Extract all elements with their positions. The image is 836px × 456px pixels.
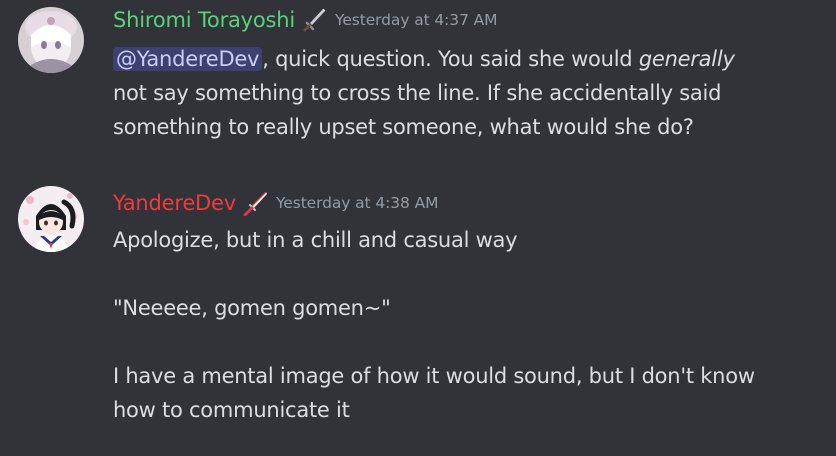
timestamp[interactable]: Yesterday at 4:38 AM [276,194,438,212]
message-header: YandereDev Yesterday at 4:38 AM [113,186,438,220]
avatar-shiromi-image [18,7,84,73]
avatar-shiromi[interactable] [18,7,84,73]
message-text-line: how to communicate it [113,398,350,422]
avatar-yanderedev[interactable] [18,186,84,252]
sword-icon[interactable] [301,7,327,33]
timestamp[interactable]: Yesterday at 4:37 AM [335,11,497,29]
message-header: Shiromi Torayoshi Yesterday at 4:37 AM [113,3,498,37]
message-text: , quick question. You said she would [262,47,639,71]
username[interactable]: Shiromi Torayoshi [113,8,295,32]
avatar-yanderedev-image [18,186,84,252]
message-text-line: Apologize, but in a chill and casual way [113,228,518,252]
user-mention[interactable]: @YandereDev [113,47,263,71]
message-text-line: something to really upset someone, what … [113,115,694,139]
katana-icon[interactable] [242,190,268,217]
message-content: @YandereDev, quick question. You said sh… [113,42,828,144]
message-text-line: "Neeeee, gomen gomen~" [113,296,391,320]
emphasis-text: generally [638,47,735,71]
username[interactable]: YandereDev [113,191,236,215]
message-content: Apologize, but in a chill and casual way… [113,223,828,427]
message-text-line: not say something to cross the line. If … [113,81,722,105]
message-text-line: I have a mental image of how it would so… [113,364,755,388]
